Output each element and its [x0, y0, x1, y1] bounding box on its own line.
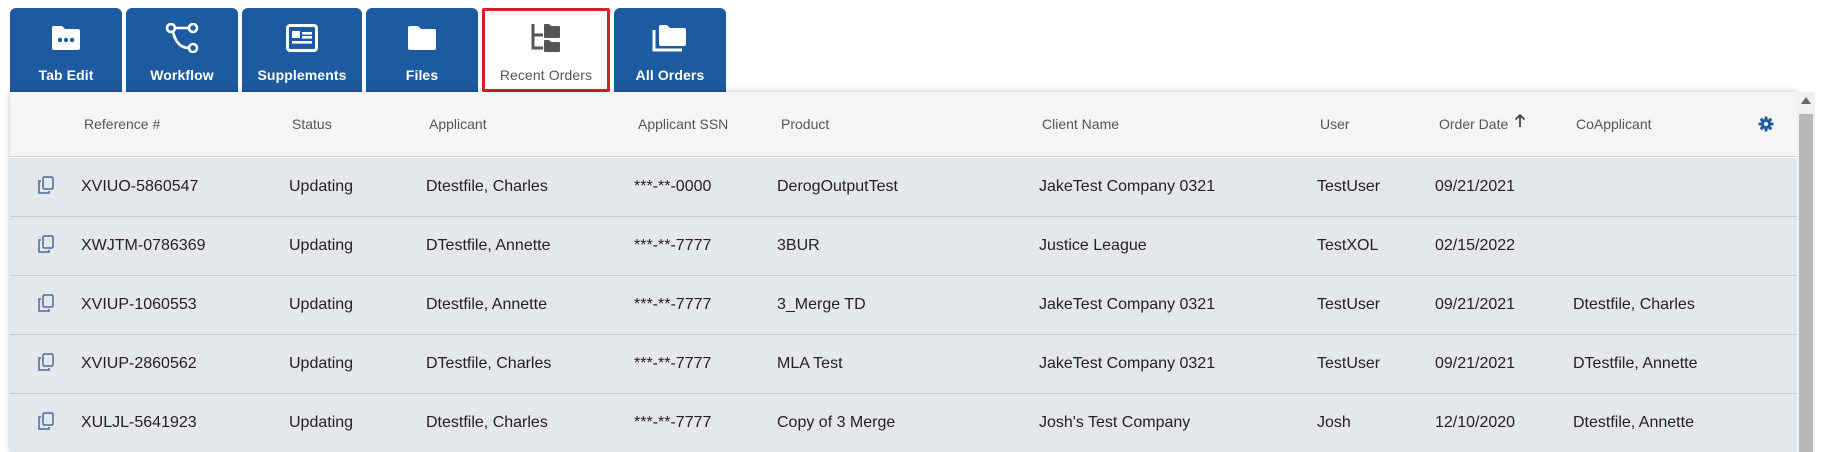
vertical-scrollbar[interactable] [1797, 92, 1815, 452]
scrollbar-thumb[interactable] [1799, 114, 1813, 452]
cell-reference: XVIUP-1060553 [81, 296, 197, 313]
cell-product: MLA Test [777, 355, 843, 372]
cell-coapplicant: Dtestfile, Charles [1573, 296, 1695, 313]
tab-supplements[interactable]: Supplements [242, 8, 362, 92]
tab-label: Recent Orders [499, 67, 593, 83]
column-header-client[interactable]: Client Name [1042, 92, 1119, 157]
column-header-order-date[interactable]: Order Date [1439, 92, 1526, 157]
cell-reference: XULJL-5641923 [81, 414, 197, 431]
cell-user: Josh [1317, 414, 1351, 431]
cell-reference: XVIUO-5860547 [81, 178, 199, 195]
folder-icon [407, 21, 437, 55]
folders-stack-icon [652, 21, 688, 55]
workflow-icon [165, 21, 199, 55]
cell-product: 3_Merge TD [777, 296, 866, 313]
cell-applicant: DTestfile, Annette [426, 237, 551, 254]
table-row[interactable]: XVIUP-1060553 Updating Dtestfile, Annette *… [10, 276, 1797, 335]
cell-status: Updating [289, 296, 354, 313]
column-header-applicant[interactable]: Applicant [429, 92, 487, 157]
tab-files[interactable]: Files [366, 8, 478, 92]
cell-ssn: ***-**-0000 [634, 178, 712, 195]
cell-applicant: DTestfile, Charles [426, 355, 552, 372]
cell-coapplicant: Dtestfile, Annette [1573, 414, 1694, 431]
cell-client: JakeTest Company 0321 [1039, 178, 1216, 195]
cell-status: Updating [289, 178, 354, 195]
cell-user: TestUser [1317, 178, 1381, 195]
column-header-user[interactable]: User [1320, 92, 1350, 157]
tab-all-orders[interactable]: All Orders [614, 8, 726, 92]
table-row[interactable]: XVIUP-2860562 Updating DTestfile, Charles *… [10, 335, 1797, 394]
scroll-up-arrow-icon[interactable] [1801, 97, 1811, 104]
cell-ssn: ***-**-7777 [634, 414, 712, 431]
cell-status: Updating [289, 414, 354, 431]
cell-ssn: ***-**-7777 [634, 296, 712, 313]
tab-workflow[interactable]: Workflow [126, 8, 238, 92]
cell-user: TestUser [1317, 296, 1381, 313]
cell-applicant: Dtestfile, Annette [426, 296, 547, 313]
tab-label: Workflow [150, 67, 214, 83]
copy-icon[interactable] [38, 235, 54, 258]
copy-icon[interactable] [38, 294, 54, 317]
cell-product: DerogOutputTest [777, 178, 898, 195]
folder-dots-icon [51, 21, 81, 55]
table-row[interactable]: XULJL-5641923 Updating Dtestfile, Charles *… [10, 394, 1797, 452]
column-header-order-date-label: Order Date [1439, 116, 1509, 132]
cell-client: JakeTest Company 0321 [1039, 296, 1216, 313]
orders-grid: Reference # Status Applicant Applicant S… [10, 92, 1797, 452]
table-row[interactable]: XWJTM-0786369 Updating DTestfile, Annette *… [10, 217, 1797, 276]
tab-label: Supplements [257, 67, 347, 83]
cell-product: 3BUR [777, 237, 820, 254]
column-header-reference[interactable]: Reference # [84, 92, 160, 157]
table-row[interactable]: XVIUO-5860547 Updating Dtestfile, Charles *… [10, 158, 1797, 217]
recent-orders-icon [530, 21, 562, 55]
cell-applicant: Dtestfile, Charles [426, 178, 548, 195]
cell-ssn: ***-**-7777 [634, 237, 712, 254]
cell-order-date: 02/15/2022 [1435, 237, 1516, 254]
sort-arrow-up-icon [1514, 92, 1526, 156]
gear-icon[interactable] [1758, 116, 1774, 137]
cell-order-date: 09/21/2021 [1435, 355, 1516, 372]
cell-status: Updating [289, 237, 354, 254]
grid-header: Reference # Status Applicant Applicant S… [10, 92, 1797, 157]
cell-client: Justice League [1039, 237, 1147, 254]
cell-order-date: 09/21/2021 [1435, 178, 1516, 195]
cell-reference: XWJTM-0786369 [81, 237, 206, 254]
tab-bar: Tab Edit Workflow Supplements Files Rece… [10, 8, 730, 92]
column-header-ssn[interactable]: Applicant SSN [638, 92, 728, 157]
supplements-icon [286, 21, 318, 55]
column-header-status[interactable]: Status [292, 92, 332, 157]
cell-client: JakeTest Company 0321 [1039, 355, 1216, 372]
cell-reference: XVIUP-2860562 [81, 355, 197, 372]
cell-order-date: 09/21/2021 [1435, 296, 1516, 313]
column-header-product[interactable]: Product [781, 92, 829, 157]
tab-label: All Orders [635, 67, 705, 83]
copy-icon[interactable] [38, 176, 54, 199]
tab-label: Tab Edit [38, 67, 94, 83]
tab-recent-orders[interactable]: Recent Orders [482, 8, 610, 92]
cell-status: Updating [289, 355, 354, 372]
cell-user: TestUser [1317, 355, 1381, 372]
cell-coapplicant: DTestfile, Annette [1573, 355, 1698, 372]
tab-tab-edit[interactable]: Tab Edit [10, 8, 122, 92]
copy-icon[interactable] [38, 412, 54, 435]
cell-product: Copy of 3 Merge [777, 414, 896, 431]
cell-order-date: 12/10/2020 [1435, 414, 1516, 431]
cell-ssn: ***-**-7777 [634, 355, 712, 372]
cell-client: Josh's Test Company [1039, 414, 1191, 431]
cell-user: TestXOL [1317, 237, 1379, 254]
tab-label: Files [405, 67, 439, 83]
copy-icon[interactable] [38, 353, 54, 376]
column-header-coapplicant[interactable]: CoApplicant [1576, 92, 1652, 157]
cell-applicant: Dtestfile, Charles [426, 414, 548, 431]
